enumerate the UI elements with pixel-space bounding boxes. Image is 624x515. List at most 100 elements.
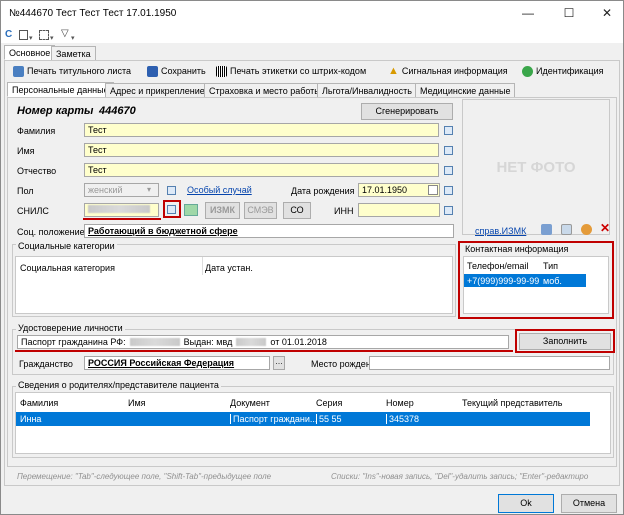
- social-input[interactable]: Работающий в бюджетной сфере: [84, 224, 454, 238]
- print-barcode-label: Печать этикетки со штрих-кодом: [230, 66, 367, 76]
- person-icon[interactable]: [541, 224, 552, 235]
- column-header[interactable]: Имя: [128, 398, 146, 408]
- steps-icon[interactable]: [39, 30, 49, 40]
- tab-insurance[interactable]: Страховка и место работы: [204, 83, 326, 98]
- column-header[interactable]: Дата устан.: [205, 263, 253, 273]
- quick-toolbar: C ▾ ▾ ▽ ▾: [1, 27, 623, 43]
- chevron-down-icon[interactable]: ▾: [71, 34, 75, 42]
- birthplace-input[interactable]: [369, 356, 610, 370]
- identity-type: Паспорт гражданина РФ:: [21, 337, 126, 347]
- edit-icon[interactable]: [444, 126, 453, 135]
- co-button[interactable]: СО: [283, 202, 311, 219]
- ok-button[interactable]: Ok: [498, 494, 554, 513]
- type-cell[interactable]: моб.: [543, 276, 562, 286]
- identity-input[interactable]: Паспорт гражданина РФ: Выдан: мвд от 01.…: [17, 335, 509, 349]
- name-input[interactable]: Тест: [84, 143, 439, 157]
- inn-input[interactable]: [358, 203, 440, 217]
- column-header[interactable]: Социальная категория: [20, 263, 115, 273]
- social-categories-grid[interactable]: Социальная категория Дата устан.: [15, 256, 453, 314]
- column-header[interactable]: Телефон/email: [467, 261, 528, 271]
- identification-label: Идентификация: [536, 66, 604, 76]
- column-divider: [202, 257, 203, 275]
- contact-grid[interactable]: Телефон/email Тип +7(999)999-99-99 моб.: [463, 256, 609, 314]
- edit-icon[interactable]: [444, 206, 453, 215]
- ref-izmk-link[interactable]: справ.ИЗМК: [475, 226, 526, 236]
- chevron-down-icon[interactable]: ▾: [50, 34, 54, 42]
- smev-button[interactable]: СМЭВ: [244, 202, 277, 219]
- document-cell[interactable]: Паспорт граждани...: [230, 414, 317, 424]
- save-label: Сохранить: [161, 66, 206, 76]
- citizenship-input[interactable]: РОССИЯ Российская Федерация: [84, 356, 270, 370]
- column-header[interactable]: Текущий представитель: [462, 398, 562, 408]
- phone-cell[interactable]: +7(999)999-99-99: [467, 276, 539, 286]
- minimize-button[interactable]: —: [516, 4, 540, 22]
- citizenship-label: Гражданство: [19, 359, 73, 369]
- save-button[interactable]: Сохранить: [147, 63, 206, 79]
- identity-date: от 01.01.2018: [270, 337, 327, 347]
- chevron-down-icon[interactable]: ▾: [147, 185, 151, 194]
- maximize-button[interactable]: ☐: [557, 4, 581, 22]
- surname-input[interactable]: Тест: [84, 123, 439, 137]
- edit-icon[interactable]: [444, 186, 453, 195]
- edit-icon[interactable]: [167, 186, 176, 195]
- fill-button[interactable]: Заполнить: [519, 333, 611, 350]
- print-barcode-button[interactable]: Печать этикетки со штрих-кодом: [216, 63, 366, 79]
- column-header[interactable]: Документ: [230, 398, 270, 408]
- cancel-button[interactable]: Отмена: [561, 494, 617, 513]
- generate-button[interactable]: Сгенерировать: [361, 103, 453, 120]
- delete-icon[interactable]: ✕: [600, 221, 610, 235]
- refresh-snils-icon[interactable]: [184, 204, 198, 216]
- surname-cell[interactable]: Инна: [20, 414, 41, 424]
- id-icon: [522, 65, 533, 77]
- series-cell[interactable]: 55 55: [316, 414, 342, 424]
- snils-label: СНИЛС: [17, 206, 49, 216]
- more-icon[interactable]: …: [273, 356, 285, 370]
- izmk-button[interactable]: ИЗМК: [205, 202, 240, 219]
- patronymic-label: Отчество: [17, 166, 57, 176]
- edit-icon[interactable]: [444, 166, 453, 175]
- inn-label: ИНН: [334, 206, 354, 216]
- refresh-icon[interactable]: C: [5, 28, 12, 42]
- redacted-issuer: [236, 338, 267, 346]
- chevron-down-icon[interactable]: ▾: [29, 34, 33, 42]
- tab-main[interactable]: Основное: [4, 45, 56, 60]
- edit-icon[interactable]: [167, 205, 176, 214]
- snils-input[interactable]: [84, 203, 159, 217]
- number-cell[interactable]: 345378: [386, 414, 419, 424]
- tab-note[interactable]: Заметка: [51, 46, 96, 61]
- photo-box[interactable]: НЕТ ФОТО: [462, 99, 610, 235]
- checkbox-icon[interactable]: [428, 185, 438, 195]
- column-header[interactable]: Номер: [386, 398, 414, 408]
- contact-title: Контактная информация: [465, 244, 569, 254]
- table-row[interactable]: +7(999)999-99-99 моб.: [464, 274, 586, 287]
- column-header[interactable]: Тип: [543, 261, 558, 271]
- tab-benefits[interactable]: Льгота/Инвалидность: [317, 83, 417, 98]
- print-title-button[interactable]: Печать титульного листа: [13, 63, 131, 79]
- name-label: Имя: [17, 146, 35, 156]
- filter-icon[interactable]: ▽: [61, 28, 69, 39]
- signal-info-button[interactable]: ▲ Сигнальная информация: [388, 63, 508, 79]
- tab-personal-data[interactable]: Персональные данные: [7, 82, 114, 97]
- column-header[interactable]: Фамилия: [20, 398, 58, 408]
- card-number: 444670: [99, 105, 136, 117]
- identification-button[interactable]: Идентификация: [522, 63, 603, 79]
- close-button[interactable]: ✕: [595, 4, 619, 22]
- barcode-icon: [216, 65, 227, 77]
- page-icon[interactable]: [19, 30, 28, 40]
- edit-icon[interactable]: [444, 146, 453, 155]
- signal-info-label: Сигнальная информация: [401, 66, 508, 76]
- no-photo-text: НЕТ ФОТО: [496, 158, 576, 176]
- palette-icon[interactable]: [581, 224, 592, 235]
- document-icon[interactable]: [561, 224, 572, 235]
- patronymic-input[interactable]: Тест: [84, 163, 439, 177]
- parents-grid[interactable]: Фамилия Имя Документ Серия Номер Текущий…: [15, 392, 611, 454]
- table-row[interactable]: Инна Паспорт граждани... 55 55 345378: [16, 412, 590, 426]
- special-case-link[interactable]: Особый случай: [187, 185, 252, 195]
- identity-underline-highlight: [15, 350, 513, 352]
- column-header[interactable]: Серия: [316, 398, 342, 408]
- social-label: Соц. положение: [17, 227, 85, 237]
- tab-medical[interactable]: Медицинские данные: [415, 83, 516, 98]
- identity-issued: Выдан: мвд: [183, 337, 233, 347]
- lists-hint: Списки: "Ins"-новая запись, "Del"-удалит…: [331, 472, 589, 481]
- tab-address[interactable]: Адрес и прикрепление: [105, 83, 210, 98]
